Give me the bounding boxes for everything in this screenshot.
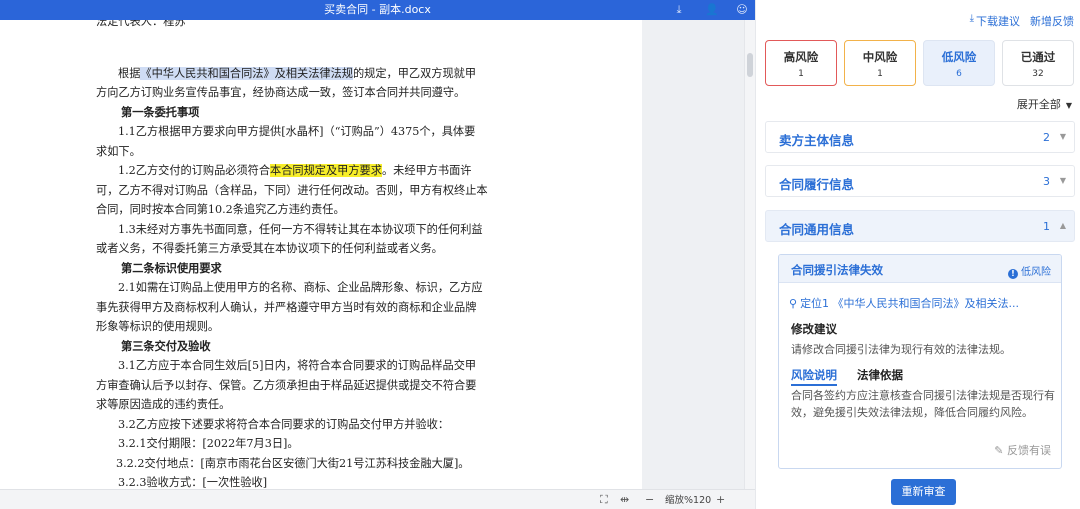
document-line: 方审查确认后予以封存、保管。乙方须承担由于样品延迟提供或提交不符合要 (96, 378, 477, 392)
chevron-down-icon: ▼ (1059, 132, 1066, 141)
document-line: 3.2.3验收方式：[一次性验收] (118, 476, 268, 489)
document-line: 3.2乙方应按下述要求将符合本合同要求的订购品交付甲方并验收： (118, 417, 450, 431)
tab-legal-basis[interactable]: 法律依据 (857, 367, 903, 383)
document-line: 事先获得甲方及商标权利人确认，并严格遵守甲方当时有效的商标和企业品牌 (96, 300, 477, 314)
highlighted-clause[interactable]: 本合同规定及甲方要求 (270, 164, 382, 177)
risk-level-label: 低风险 (1021, 267, 1051, 278)
line-text: 。未经甲方书面许 (381, 164, 472, 177)
document-heading: 第三条交付及验收 (121, 338, 211, 353)
report-error-label: 反馈有误 (1007, 444, 1051, 457)
document-page-area[interactable]: 法定代表人：程苏根据《中华人民共和国合同法》及相关法律法规的规定，甲乙双方现就甲… (0, 20, 642, 489)
section-title: 卖方主体信息 (779, 133, 855, 148)
download-suggestions-label: 下载建议 (976, 15, 1020, 28)
section-performance-info[interactable]: 合同履行信息 3 ▼ (765, 165, 1075, 197)
document-line: 合同，同时按本合同第10.2条追究乙方违约责任。 (96, 203, 345, 216)
expand-all-toggle[interactable]: 展开全部 ▼ (1017, 96, 1072, 112)
location-link[interactable]: ⚲ 定位1 《中华人民共和国合同法》及相关法... (789, 295, 1055, 311)
risk-card-high[interactable]: 高风险 1 (765, 40, 837, 86)
document-line: 1.2乙方交付的订购品必须符合本合同规定及甲方要求。未经甲方书面许 (96, 161, 548, 181)
section-count: 2 (1043, 131, 1050, 144)
expand-all-label: 展开全部 (1016, 98, 1061, 111)
caret-down-icon: ▼ (1065, 101, 1072, 110)
document-line: 根据《中华人民共和国合同法》及相关法律法规的规定，甲乙双方现就甲 (96, 64, 548, 84)
report-error-link[interactable]: ✎ 反馈有误 (994, 442, 1051, 458)
risk-card-count: 6 (956, 69, 962, 79)
add-feedback-link[interactable]: 新增反馈 (1030, 13, 1074, 29)
document-scrollbar[interactable] (744, 20, 755, 489)
smile-icon[interactable]: ☺ (735, 3, 749, 17)
document-line: 2.1如需在订购品上使用甲方的名称、商标、企业品牌形象、标识，乙方应 (118, 281, 483, 294)
document-page: 法定代表人：程苏根据《中华人民共和国合同法》及相关法律法规的规定，甲乙双方现就甲… (96, 20, 548, 489)
document-line: 或者义务，不得委托第三方承受其在本协议项下的任何利益或者义务。 (96, 242, 443, 255)
risk-level-badge: ! 低风险 (1008, 263, 1051, 279)
document-heading: 第一条委托事项 (121, 104, 200, 119)
issue-card: 合同援引法律失效 ! 低风险 ⚲ 定位1 《中华人民共和国合同法》及相关法... 修… (778, 254, 1062, 469)
document-line: 1.3未经对方事先书面同意，任何一方不得转让其在本协议项下的任何利益 (118, 222, 483, 236)
document-titlebar: 买卖合同 - 副本.docx ⤓ 👤+ ☺ (0, 0, 755, 30)
document-viewer: 买卖合同 - 副本.docx ⤓ 👤+ ☺ 法定代表人：程苏根据《中华人民共和国… (0, 0, 755, 509)
suggestion-title: 修改建议 (791, 322, 837, 336)
document-line: 可，乙方不得对订购品（含样品，下同）进行任何改动。否则，甲方有权终止本 (96, 183, 488, 197)
document-line: 1.1乙方根据甲方要求向甲方提供[水晶杯]（“订购品”）4375个，具体要 (118, 125, 476, 138)
chevron-up-icon: ▲ (1059, 221, 1066, 230)
document-heading: 第二条标识使用要求 (121, 260, 222, 275)
panel-top-links: ⤓ 下载建议 新增反馈 (970, 13, 1074, 29)
risk-card-label: 中风险 (862, 50, 898, 64)
document-line: 形象等标识的使用规则。 (96, 320, 220, 333)
section-title: 合同履行信息 (779, 177, 855, 192)
info-icon: ! (1008, 269, 1018, 279)
risk-card-medium[interactable]: 中风险 1 (844, 40, 916, 86)
section-seller-info[interactable]: 卖方主体信息 2 ▼ (765, 121, 1075, 153)
risk-card-count: 1 (877, 69, 883, 79)
zoom-out-button[interactable]: − (645, 493, 654, 507)
section-count: 3 (1043, 175, 1050, 188)
scrollbar-thumb[interactable] (747, 53, 753, 77)
fit-width-icon[interactable]: ⇹ (620, 493, 629, 507)
review-panel: ⤓ 下载建议 新增反馈 高风险 1 中风险 1 低风险 6 已通过 32 展开全部 ▼… (755, 0, 1080, 509)
rescan-button[interactable]: 重新审查 (891, 479, 956, 505)
chevron-down-icon: ▼ (1059, 176, 1066, 185)
fit-page-icon[interactable]: ⛶ (600, 493, 608, 507)
risk-card-count: 1 (798, 69, 804, 79)
line-text: 的规定，甲乙双方现就甲 (352, 66, 477, 80)
risk-explanation-text: 合同各签约方应注意核查合同援引法律法规是否现行有效，避免援引失效法律法规，降低合… (791, 389, 1055, 419)
document-line: 求如下。 (96, 144, 141, 158)
document-line: 3.2.2交付地点：[南京市雨花台区安德门大街21号江苏科技金融大厦]。 (116, 456, 470, 470)
document-line: 3.2.1交付期限：[2022年7月3日]。 (118, 437, 299, 450)
risk-card-label: 高风险 (783, 50, 819, 64)
tab-risk-explanation[interactable]: 风险说明 (791, 367, 837, 386)
document-statusbar: ⛶ ⇹ − 缩放%120 + (0, 489, 755, 509)
document-line: 法定代表人：程苏 (96, 20, 186, 28)
zoom-in-button[interactable]: + (716, 493, 725, 507)
edit-icon: ✎ (994, 444, 1007, 457)
user-add-icon[interactable]: 👤+ (702, 3, 722, 30)
issue-title: 合同援引法律失效 (791, 263, 883, 277)
download-suggestions-link[interactable]: ⤓ 下载建议 (970, 13, 1020, 29)
suggestion-text: 请修改合同援引法律为现行有效的法律法规。 (791, 343, 1011, 356)
download-icon: ⤓ (969, 13, 974, 24)
risk-card-count: 32 (1032, 69, 1044, 79)
line-text: 1.2乙方交付的订购品必须符合 (118, 164, 271, 177)
section-title: 合同通用信息 (779, 222, 855, 237)
section-count: 1 (1043, 220, 1050, 233)
line-text: 根据 (118, 66, 141, 80)
document-line: 方向乙方订购业务宣传品事宜，经协商达成一致，签订本合同并共同遵守。 (96, 86, 466, 99)
location-text: 定位1 《中华人民共和国合同法》及相关法... (800, 297, 1020, 310)
issue-header[interactable]: 合同援引法律失效 ! 低风险 (779, 255, 1061, 283)
document-title: 买卖合同 - 副本.docx (324, 3, 431, 16)
risk-card-label: 低风险 (941, 50, 977, 64)
risk-card-passed[interactable]: 已通过 32 (1002, 40, 1074, 86)
risk-card-low[interactable]: 低风险 6 (923, 40, 995, 86)
risk-card-label: 已通过 (1020, 50, 1056, 64)
document-gutter (642, 20, 755, 489)
download-icon[interactable]: ⤓ (672, 3, 686, 17)
section-general-info[interactable]: 合同通用信息 1 ▲ (765, 210, 1075, 242)
location-pin-icon: ⚲ (789, 297, 798, 310)
document-line: 求等原因造成的违约责任。 (96, 398, 231, 411)
zoom-level: 缩放%120 (665, 495, 712, 506)
document-line: 3.1乙方应于本合同生效后[5]日内，将符合本合同要求的订购品样品交甲 (118, 359, 477, 372)
highlighted-clause[interactable]: 《中华人民共和国合同法》及相关法律法规 (140, 66, 353, 80)
